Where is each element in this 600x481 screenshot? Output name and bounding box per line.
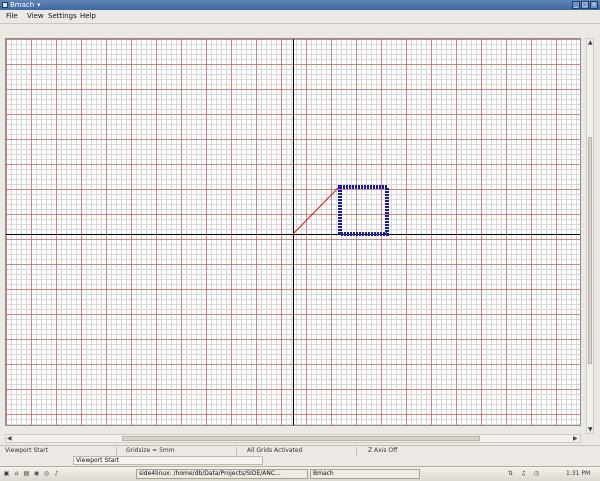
hint-strip: Viewport Start [0,456,600,466]
menu-view[interactable]: View [26,12,45,21]
dropdown-arrow-icon[interactable]: ▾ [37,1,41,9]
status-divider [116,447,117,455]
minimize-icon[interactable]: _ [572,1,580,9]
home-folder-icon[interactable]: ⌂ [13,470,20,477]
menu-settings[interactable]: Settings [47,12,78,21]
status-grids: All Grids Activated [247,447,303,454]
browser-icon[interactable]: ◎ [43,470,50,477]
maximize-icon[interactable]: □ [581,1,589,9]
menu-help[interactable]: Help [79,12,97,21]
volume-icon[interactable]: ♫ [520,470,527,477]
scroll-down-icon[interactable]: ▼ [588,427,593,433]
taskbar: ▣ ⌂ ▤ ◉ ◎ ♪ side4linux: /home/db/Data/Pr… [0,466,600,481]
toolpath-line [292,186,340,235]
status-divider [236,447,237,455]
clock: 1:31 PM [566,470,591,477]
close-icon[interactable]: × [590,1,598,9]
horizontal-scrollbar[interactable]: ◀ ▶ [5,434,581,443]
vertical-scroll-thumb[interactable] [588,137,592,364]
sound-icon[interactable]: ♪ [53,470,60,477]
menu-file[interactable]: File [5,12,19,21]
status-viewport: Viewport Start [5,447,49,454]
square-shape[interactable] [338,185,389,236]
horizontal-scroll-thumb[interactable] [122,436,480,441]
status-gridsize: Gridsize = 5mm [126,447,175,454]
terminal-icon[interactable]: ▣ [3,470,10,477]
drawing-layer [292,185,389,236]
scroll-right-icon[interactable]: ▶ [573,436,578,442]
menu-bar: File View Settings Help [0,10,600,24]
clock-icon[interactable]: ◷ [533,470,540,477]
status-bar: Viewport Start Gridsize = 5mm All Grids … [0,445,600,456]
status-zaxis: Z Axis Off [368,447,398,454]
status-divider [356,447,357,455]
window-title: Bmach [10,1,35,9]
title-bar: Bmach ▾ _ □ × [0,0,600,10]
network-icon[interactable]: ⇅ [507,470,514,477]
scroll-up-icon[interactable]: ▲ [588,40,593,46]
document-icon[interactable]: ▤ [23,470,30,477]
app-icon [2,2,8,8]
task-bmach[interactable]: Bmach [310,469,420,479]
drawing-canvas[interactable] [5,38,581,426]
vertical-scrollbar[interactable]: ▲ ▼ [586,38,594,434]
scroll-left-icon[interactable]: ◀ [7,436,12,442]
hint-box: Viewport Start [73,456,263,465]
task-side4linux[interactable]: side4linux: /home/db/Data/Projects/SIDE/… [136,469,308,479]
camera-icon[interactable]: ◉ [33,470,40,477]
